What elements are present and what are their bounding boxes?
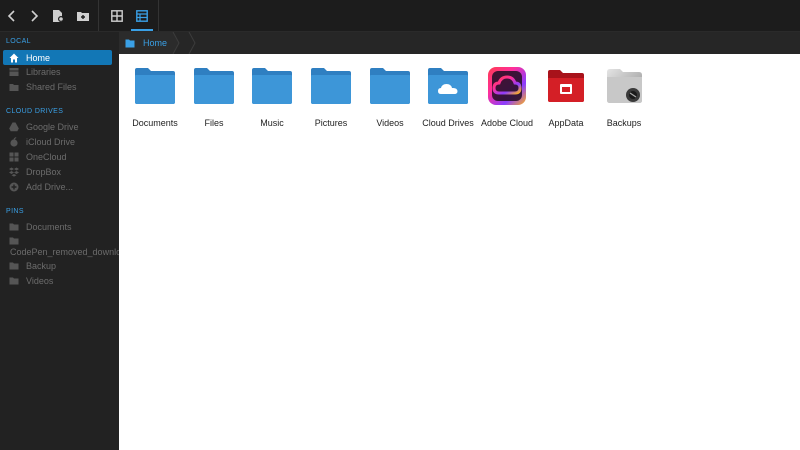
- plus-circle-icon: [9, 182, 19, 192]
- sidebar-item-google-drive[interactable]: Google Drive: [3, 119, 112, 134]
- file-grid: Documents Files Music Pictures Videos Cl…: [119, 54, 800, 450]
- sidebar-item-label: Backup: [26, 260, 57, 271]
- breadcrumb: Home: [119, 32, 800, 54]
- sidebar-item-libraries[interactable]: Libraries: [3, 64, 112, 79]
- sidebar-item-onecloud[interactable]: OneCloud: [3, 149, 112, 164]
- file-item-label: Cloud Drives: [422, 118, 474, 128]
- folder-icon: [125, 39, 135, 47]
- sidebar-item-dropbox[interactable]: DropBox: [3, 164, 112, 179]
- file-item-cloud-drives[interactable]: Cloud Drives: [419, 66, 477, 130]
- folder-icon: [133, 66, 177, 106]
- toolbar: [0, 0, 800, 32]
- folder-icon: [9, 261, 19, 271]
- file-settings-icon: [53, 10, 64, 22]
- sidebar-item-label: CodePen_removed_downloa: [10, 247, 127, 257]
- active-view-indicator: [131, 29, 153, 31]
- sidebar-item-label: Libraries: [26, 66, 61, 77]
- sidebar-item-pin-codepen[interactable]: CodePen_removed_downloa: [3, 234, 126, 260]
- details-view-button[interactable]: [132, 6, 152, 26]
- file-item-pictures[interactable]: Pictures: [302, 66, 360, 130]
- sidebar-item-label: Add Drive...: [26, 181, 74, 192]
- sidebar-item-label: Videos: [26, 275, 54, 286]
- file-item-videos[interactable]: Videos: [361, 66, 419, 130]
- folder-icon: [9, 222, 19, 232]
- breadcrumb-item-home[interactable]: Home: [119, 32, 167, 54]
- adobe-creative-cloud-icon: [485, 66, 529, 106]
- sidebar-item-label: DropBox: [26, 166, 62, 177]
- windows-icon: [9, 152, 19, 162]
- file-item-label: Videos: [376, 118, 404, 128]
- folder-icon: [250, 66, 294, 106]
- sidebar-item-shared-files[interactable]: Shared Files: [3, 79, 112, 94]
- file-item-label: Adobe Cloud: [480, 118, 534, 128]
- dropbox-icon: [9, 167, 19, 177]
- sidebar-item-icloud-drive[interactable]: iCloud Drive: [3, 134, 112, 149]
- sidebar-item-home[interactable]: Home: [3, 50, 112, 65]
- file-item-documents[interactable]: Documents: [126, 66, 184, 130]
- library-icon: [9, 67, 19, 77]
- new-folder-button[interactable]: [73, 6, 93, 26]
- red-folder-icon: [544, 66, 588, 106]
- grid-view-button[interactable]: [107, 6, 127, 26]
- folder-icon: [9, 236, 19, 246]
- sidebar-item-label: Google Drive: [26, 121, 79, 132]
- file-item-label: Music: [260, 118, 284, 128]
- section-title-local: LOCAL: [6, 38, 31, 45]
- backup-drive-icon: [602, 66, 646, 106]
- table-icon: [136, 10, 148, 22]
- chevron-right-icon: [31, 10, 39, 22]
- file-item-label: Backups: [606, 118, 642, 128]
- sidebar-item-label: Documents: [26, 221, 72, 232]
- apple-icon: [9, 136, 19, 147]
- sidebar-item-label: iCloud Drive: [26, 136, 76, 147]
- google-drive-icon: [9, 122, 19, 132]
- file-item-label: Pictures: [314, 118, 348, 128]
- sidebar-item-pin-backup[interactable]: Backup: [3, 258, 112, 273]
- cloud-folder-icon: [426, 66, 470, 106]
- section-title-pins: PINS: [6, 208, 24, 215]
- sidebar-item-pin-videos[interactable]: Videos: [3, 273, 112, 288]
- sidebar-item-label: OneCloud: [26, 151, 67, 162]
- sidebar-item-label: Shared Files: [26, 81, 77, 92]
- section-title-cloud: CLOUD DRIVES: [6, 108, 64, 115]
- home-icon: [9, 53, 19, 63]
- sidebar: LOCAL Home Libraries Shared Files CLOUD …: [0, 32, 126, 450]
- grid-icon: [111, 10, 123, 22]
- folder-icon: [368, 66, 412, 106]
- breadcrumb-label: Home: [143, 38, 168, 48]
- folder-icon: [309, 66, 353, 106]
- file-item-files[interactable]: Files: [185, 66, 243, 130]
- file-item-music[interactable]: Music: [243, 66, 301, 130]
- shared-folder-icon: [9, 82, 19, 92]
- file-item-label: Files: [204, 118, 224, 128]
- new-file-button[interactable]: [48, 6, 68, 26]
- folder-icon: [192, 66, 236, 106]
- folder-icon: [9, 276, 19, 286]
- file-item-label: Documents: [132, 118, 178, 128]
- sidebar-item-add-drive[interactable]: Add Drive...: [3, 179, 112, 194]
- back-button[interactable]: [2, 6, 22, 26]
- sidebar-item-label: Home: [26, 52, 51, 63]
- forward-button[interactable]: [24, 6, 44, 26]
- chevron-left-icon: [7, 10, 15, 22]
- file-item-appdata[interactable]: AppData: [537, 66, 595, 130]
- folder-add-icon: [77, 12, 89, 21]
- file-item-adobe-cloud[interactable]: Adobe Cloud: [478, 66, 536, 130]
- sidebar-item-pin-documents[interactable]: Documents: [3, 219, 112, 234]
- file-item-backups[interactable]: Backups: [595, 66, 653, 130]
- file-item-label: AppData: [548, 118, 584, 128]
